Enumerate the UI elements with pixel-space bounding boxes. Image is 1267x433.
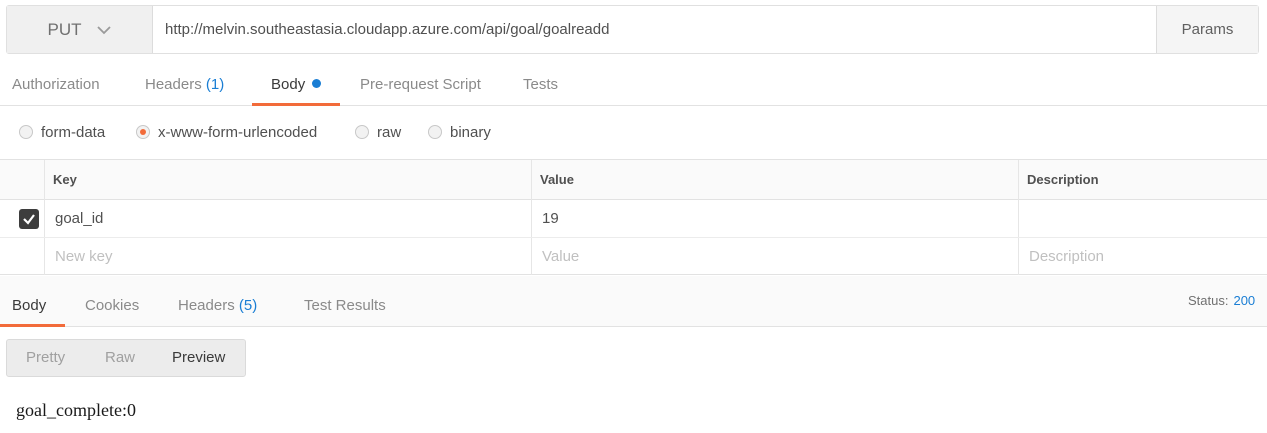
- table-row: goal_id 19: [0, 200, 1267, 238]
- radio-raw[interactable]: raw: [355, 122, 401, 142]
- tab-authorization[interactable]: Authorization: [12, 66, 100, 105]
- tab-body[interactable]: Body: [251, 66, 341, 106]
- radio-urlencoded-label: x-www-form-urlencoded: [158, 123, 318, 141]
- radio-circle-icon: [355, 125, 369, 139]
- params-table: Key Value Description goal_id 19 New key…: [0, 160, 1267, 275]
- row-enabled-checkbox[interactable]: [19, 209, 39, 229]
- column-header-description: Description: [1027, 172, 1099, 187]
- radio-raw-label: raw: [377, 123, 402, 141]
- radio-selected-icon: [136, 125, 150, 139]
- modified-dot-icon: [312, 79, 322, 88]
- tab-tests-label: Tests: [523, 76, 559, 93]
- description-cell[interactable]: [1019, 200, 1267, 237]
- new-key-input[interactable]: New key: [45, 238, 531, 275]
- status-label: Status:: [1188, 293, 1229, 308]
- response-tab-body[interactable]: Body: [0, 276, 66, 327]
- response-tab-test-results[interactable]: Test Results: [304, 276, 386, 326]
- response-tab-cookies-label: Cookies: [85, 297, 140, 314]
- radio-form-data[interactable]: form-data: [19, 122, 105, 142]
- method-select[interactable]: PUT: [7, 6, 153, 53]
- response-tabs: Body Cookies Headers (5) Test Results St…: [0, 276, 1267, 327]
- tab-headers[interactable]: Headers (1): [145, 66, 224, 105]
- response-tab-headers-label: Headers: [178, 297, 235, 314]
- view-mode-toggle: Pretty Raw Preview: [6, 339, 246, 377]
- response-tab-test-results-label: Test Results: [304, 297, 386, 314]
- radio-x-www-form-urlencoded[interactable]: x-www-form-urlencoded: [136, 122, 317, 142]
- value-cell[interactable]: 19: [532, 200, 1018, 237]
- column-header-value: Value: [540, 172, 574, 187]
- chevron-down-icon: [96, 25, 111, 34]
- radio-circle-icon: [19, 125, 33, 139]
- tab-headers-count: (1): [205, 76, 225, 93]
- key-cell[interactable]: goal_id: [45, 200, 531, 237]
- tab-pre-request-label: Pre-request Script: [360, 76, 481, 93]
- response-tab-headers[interactable]: Headers (5): [178, 276, 257, 326]
- new-value-input[interactable]: Value: [532, 238, 1018, 275]
- radio-binary-label: binary: [450, 123, 491, 141]
- tab-headers-label: Headers: [145, 76, 202, 93]
- column-header-key: Key: [53, 172, 77, 187]
- response-tab-headers-count: (5): [238, 297, 258, 314]
- response-preview-text: goal_complete:0: [16, 400, 136, 420]
- new-description-input[interactable]: Description: [1019, 238, 1267, 275]
- params-button[interactable]: Params: [1157, 6, 1258, 53]
- table-header: Key Value Description: [0, 160, 1267, 200]
- table-row-new: New key Value Description: [0, 238, 1267, 276]
- radio-form-data-label: form-data: [41, 123, 106, 141]
- tab-body-label: Body: [271, 76, 306, 93]
- request-tabs: Authorization Headers (1) Body Pre-reque…: [0, 66, 1267, 106]
- response-tab-body-label: Body: [12, 297, 47, 314]
- tab-authorization-label: Authorization: [12, 76, 100, 93]
- tab-pre-request-script[interactable]: Pre-request Script: [360, 66, 481, 105]
- view-pretty-button[interactable]: Pretty: [26, 340, 65, 376]
- tab-tests[interactable]: Tests: [523, 66, 558, 105]
- url-text: http://melvin.southeastasia.cloudapp.azu…: [165, 21, 610, 38]
- status-indicator: Status: 200: [1188, 293, 1255, 308]
- checkmark-icon: [23, 214, 35, 225]
- request-bar: PUT http://melvin.southeastasia.cloudapp…: [6, 5, 1259, 54]
- method-label: PUT: [47, 19, 82, 39]
- radio-circle-icon: [428, 125, 442, 139]
- status-code: 200: [1233, 293, 1256, 308]
- response-tab-cookies[interactable]: Cookies: [85, 276, 139, 326]
- view-preview-button[interactable]: Preview: [172, 340, 225, 376]
- view-raw-button[interactable]: Raw: [105, 340, 135, 376]
- url-input[interactable]: http://melvin.southeastasia.cloudapp.azu…: [153, 6, 1157, 53]
- body-type-options: form-data x-www-form-urlencoded raw bina…: [0, 106, 1267, 160]
- radio-binary[interactable]: binary: [428, 122, 491, 142]
